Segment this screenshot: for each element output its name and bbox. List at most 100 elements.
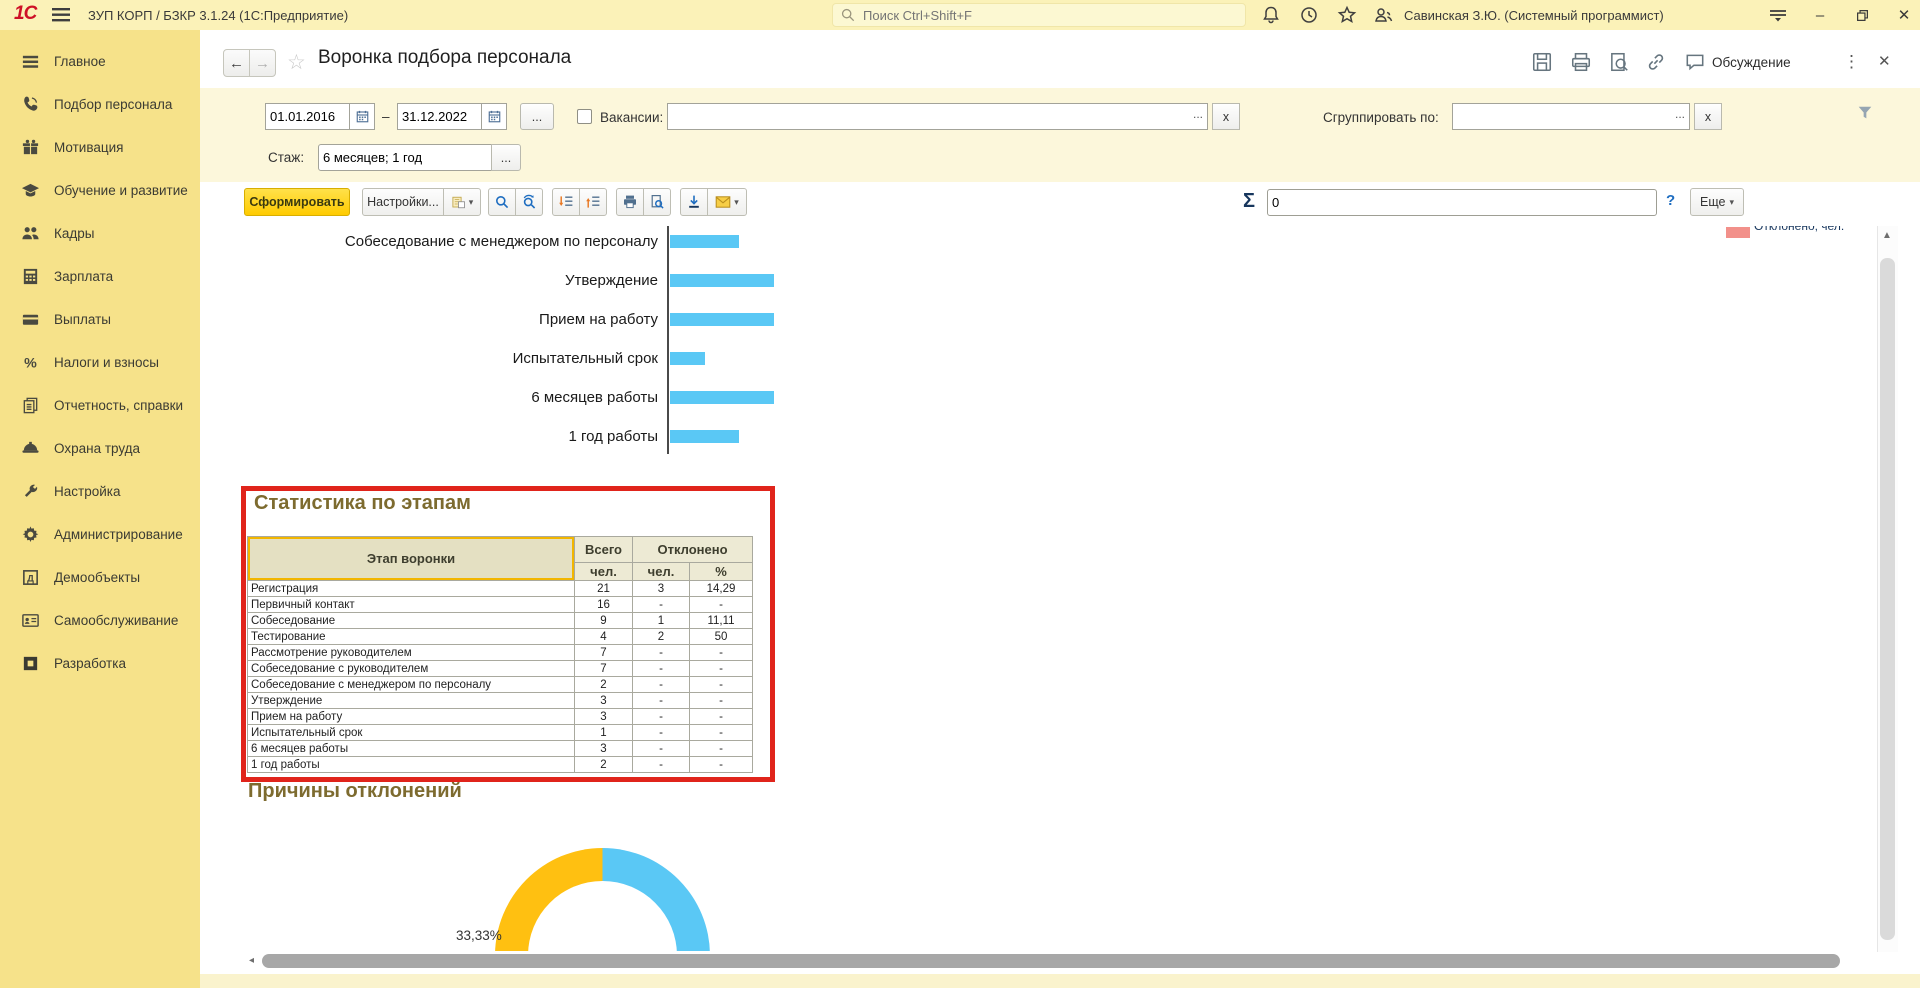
selfservice-icon <box>20 611 40 631</box>
sidebar-item-development[interactable]: Разработка <box>0 642 200 685</box>
close-window-button[interactable]: ✕ <box>1892 4 1916 26</box>
sidebar-item-phone[interactable]: Подбор персонала <box>0 83 200 126</box>
discussion-label[interactable]: Обсуждение <box>1712 55 1791 70</box>
sidebar-item-card[interactable]: Выплаты <box>0 298 200 341</box>
sidebar-item-wrench[interactable]: Настройка <box>0 470 200 513</box>
vacancies-checkbox[interactable] <box>577 109 592 124</box>
back-button[interactable]: ← <box>223 49 250 77</box>
gear-icon <box>20 525 40 545</box>
sections-sidebar: Главное Подбор персонала Мотивация Обуче… <box>0 30 200 988</box>
sidebar-item-label: Отчетность, справки <box>54 398 183 413</box>
table-row: Рассмотрение руководителем7-- <box>248 645 753 661</box>
group-by-picker-dots[interactable]: ... <box>1675 107 1685 121</box>
sidebar-item-gift[interactable]: Мотивация <box>0 126 200 169</box>
search-icon <box>841 8 855 22</box>
grouping-group <box>552 188 607 216</box>
collapse-groups-icon[interactable] <box>579 188 607 216</box>
find-icon[interactable] <box>488 188 516 216</box>
kebab-menu-icon[interactable]: ⋮ <box>1843 52 1861 72</box>
get-link-icon[interactable] <box>1643 50 1669 74</box>
table-row: Регистрация21314,29 <box>248 581 753 597</box>
current-user[interactable]: Савинская З.Ю. (Системный программист) <box>1404 8 1664 23</box>
sidebar-item-graduation-cap[interactable]: Обучение и развитие <box>0 169 200 212</box>
restore-window-button[interactable] <box>1850 4 1874 26</box>
sidebar-item-selfservice[interactable]: Самообслуживание <box>0 599 200 642</box>
group-by-input[interactable] <box>1452 103 1690 130</box>
vacancies-picker-dots[interactable]: ... <box>1193 107 1203 121</box>
sidebar-item-documents[interactable]: Отчетность, справки <box>0 384 200 427</box>
service-menu-icon[interactable] <box>1766 4 1790 26</box>
sidebar-item-percent[interactable]: % Налоги и взносы <box>0 341 200 384</box>
funnel-bar <box>670 313 774 326</box>
scroll-left-arrow[interactable]: ◂ <box>249 955 254 966</box>
scroll-up-arrow[interactable]: ▲ <box>1882 230 1892 241</box>
send-mail-button[interactable]: ▾ <box>707 188 747 216</box>
calendar-icon[interactable] <box>481 103 507 130</box>
table-row: Собеседование с руководителем7-- <box>248 661 753 677</box>
notifications-bell-icon[interactable] <box>1259 4 1283 26</box>
dropdown-arrow-icon: ▾ <box>1729 197 1734 208</box>
print-preview-icon[interactable] <box>1606 50 1632 74</box>
find-next-icon[interactable] <box>515 188 543 216</box>
sum-field[interactable] <box>1267 189 1657 216</box>
save-file-icon[interactable] <box>680 188 708 216</box>
minimize-button[interactable]: – <box>1808 4 1832 26</box>
sidebar-item-label: Охрана труда <box>54 441 140 456</box>
sidebar-item-gear[interactable]: Администрирование <box>0 513 200 556</box>
global-search[interactable] <box>832 3 1246 27</box>
print-icon[interactable] <box>1568 50 1594 74</box>
report-variants-button[interactable]: ▾ <box>443 188 481 216</box>
funnel-row: 6 месяцев работы <box>245 378 1345 417</box>
sidebar-item-label: Налоги и взносы <box>54 355 159 370</box>
table-row: Тестирование4250 <box>248 629 753 645</box>
experience-input[interactable] <box>318 144 492 171</box>
users-icon[interactable] <box>1372 4 1396 26</box>
search-input[interactable] <box>861 7 1237 24</box>
value-cell: - <box>633 693 690 709</box>
horizontal-scrollbar-thumb[interactable] <box>262 954 1840 968</box>
favorite-star-icon[interactable]: ☆ <box>287 50 306 75</box>
sidebar-item-helmet[interactable]: Охрана труда <box>0 427 200 470</box>
discussion-icon[interactable] <box>1682 50 1708 74</box>
vertical-scrollbar-thumb[interactable] <box>1880 258 1895 940</box>
people-icon <box>20 224 40 244</box>
table-row: 6 месяцев работы3-- <box>248 741 753 757</box>
value-cell: - <box>690 597 753 613</box>
sidebar-item-menu[interactable]: Главное <box>0 40 200 83</box>
help-button[interactable]: ? <box>1666 192 1675 209</box>
generate-report-button[interactable]: Сформировать <box>244 188 350 216</box>
funnel-category-label: 6 месяцев работы <box>245 389 658 406</box>
dropdown-arrow-icon: ▾ <box>469 197 474 208</box>
sidebar-item-people[interactable]: Кадры <box>0 212 200 255</box>
close-report-icon[interactable]: ✕ <box>1878 52 1891 70</box>
settings-button[interactable]: Настройки... <box>362 188 444 216</box>
value-cell: 4 <box>575 629 633 645</box>
period-picker-button[interactable]: ... <box>520 103 554 130</box>
scroll-up-glyph: ▲ <box>1882 230 1892 241</box>
value-cell: - <box>690 645 753 661</box>
value-cell: 3 <box>575 693 633 709</box>
experience-picker-button[interactable]: ... <box>491 144 521 171</box>
group-by-clear-button[interactable]: x <box>1694 103 1722 130</box>
funnel-row: 1 год работы <box>245 417 1345 456</box>
vacancies-clear-button[interactable]: x <box>1212 103 1240 130</box>
date-from-input[interactable] <box>265 103 349 130</box>
vacancies-input[interactable] <box>667 103 1208 130</box>
date-to-input[interactable] <box>397 103 481 130</box>
favorites-star-icon[interactable] <box>1335 4 1359 26</box>
stage-cell: 6 месяцев работы <box>248 741 575 757</box>
expand-groups-icon[interactable] <box>552 188 580 216</box>
filter-funnel-icon[interactable] <box>1856 104 1874 127</box>
group-by-label: Сгруппировать по: <box>1323 110 1439 125</box>
sidebar-item-calculator[interactable]: Зарплата <box>0 255 200 298</box>
history-icon[interactable] <box>1297 4 1321 26</box>
calendar-icon[interactable] <box>349 103 375 130</box>
sidebar-item-label: Администрирование <box>54 527 183 542</box>
print-button-icon[interactable] <box>616 188 644 216</box>
sidebar-item-demo[interactable]: Д Демообъекты <box>0 556 200 599</box>
forward-button[interactable]: → <box>249 49 276 77</box>
print-preview-button-icon[interactable] <box>643 188 671 216</box>
save-icon[interactable] <box>1529 50 1555 74</box>
more-button[interactable]: Еще ▾ <box>1690 188 1744 216</box>
main-menu-hamburger-icon[interactable] <box>52 7 70 28</box>
